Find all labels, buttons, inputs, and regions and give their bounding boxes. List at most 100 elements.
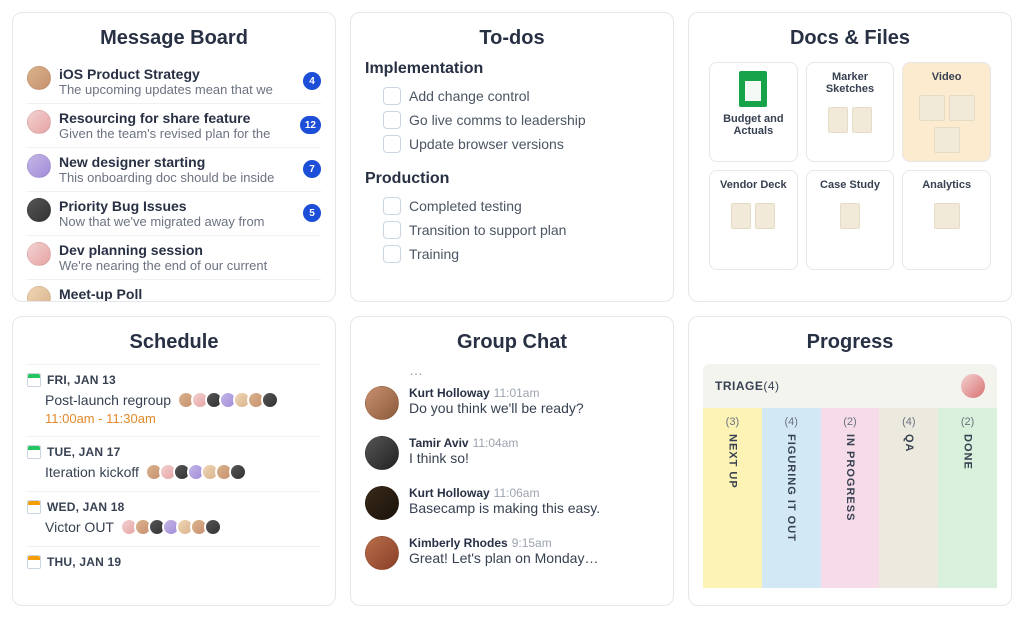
chat-row[interactable]: Tamir Aviv11:04am I think so! (365, 428, 659, 478)
todo-item[interactable]: Training (365, 242, 659, 266)
message-title: Dev planning session (59, 242, 321, 258)
message-row[interactable]: Priority Bug Issues Now that we've migra… (27, 191, 321, 235)
checkbox-icon[interactable] (383, 197, 401, 215)
chat-text: Basecamp is making this easy. (409, 500, 600, 516)
docs-title: Docs & Files (703, 27, 997, 50)
count-badge: 4 (303, 72, 321, 90)
lane-count: (2) (961, 416, 974, 428)
thumbnails-icon (731, 203, 775, 229)
chat-text: Do you think we'll be ready? (409, 400, 584, 416)
message-row[interactable]: Dev planning session We're nearing the e… (27, 235, 321, 279)
message-title: Resourcing for share feature (59, 110, 292, 126)
ellipsis-icon: … (365, 362, 659, 378)
message-row[interactable]: Resourcing for share feature Given the t… (27, 103, 321, 147)
docs-card[interactable]: Docs & Files Budget and Actuals Marker S… (688, 12, 1012, 302)
message-board-card[interactable]: Message Board iOS Product Strategy The u… (12, 12, 336, 302)
doc-tile-sketches[interactable]: Marker Sketches (806, 62, 895, 162)
checkbox-icon[interactable] (383, 111, 401, 129)
doc-tile-vendor[interactable]: Vendor Deck (709, 170, 798, 270)
schedule-block[interactable]: THU, JAN 19 (27, 546, 321, 579)
todo-label: Completed testing (409, 198, 522, 214)
todo-item[interactable]: Transition to support plan (365, 218, 659, 242)
triage-bar[interactable]: TRIAGE(4) (703, 364, 997, 408)
lane-count: (4) (902, 416, 915, 428)
triage-count: (4) (763, 379, 779, 393)
todo-item[interactable]: Completed testing (365, 194, 659, 218)
schedule-block[interactable]: TUE, JAN 17 Iteration kickoff (27, 436, 321, 491)
chat-author: Tamir Aviv (409, 436, 469, 450)
message-row[interactable]: iOS Product Strategy The upcoming update… (27, 60, 321, 103)
lane-label: NEXT UP (726, 434, 738, 489)
message-title: Meet-up Poll (59, 286, 321, 302)
message-row[interactable]: Meet-up Poll (27, 279, 321, 302)
lane-figuring[interactable]: (4)FIGURING IT OUT (762, 408, 821, 588)
message-sub: Given the team's revised plan for the (59, 126, 292, 141)
todo-label: Add change control (409, 88, 530, 104)
calendar-icon (27, 445, 41, 459)
lane-next-up[interactable]: (3)NEXT UP (703, 408, 762, 588)
thumbnails-icon (934, 203, 960, 229)
todo-label: Update browser versions (409, 136, 564, 152)
todo-item[interactable]: Add change control (365, 84, 659, 108)
triage-label: TRIAGE (715, 379, 763, 393)
schedule-block[interactable]: FRI, JAN 13 Post-launch regroup 11:00am … (27, 364, 321, 436)
todo-section-title: Production (365, 170, 659, 188)
avatar-icon (27, 110, 51, 134)
doc-label: Marker Sketches (811, 71, 890, 95)
schedule-block[interactable]: WED, JAN 18 Victor OUT (27, 491, 321, 546)
doc-label: Case Study (820, 179, 880, 191)
schedule-date: TUE, JAN 17 (47, 445, 121, 459)
doc-tile-budget[interactable]: Budget and Actuals (709, 62, 798, 162)
lane-qa[interactable]: (4)QA (879, 408, 938, 588)
todo-item[interactable]: Go live comms to leadership (365, 108, 659, 132)
attendees-icon (145, 463, 247, 481)
message-sub: We're nearing the end of our current (59, 258, 321, 273)
thumbnails-icon (840, 203, 860, 229)
lane-label: IN PROGRESS (844, 434, 856, 521)
checkbox-icon[interactable] (383, 87, 401, 105)
chat-text: I think so! (409, 450, 518, 466)
message-title: New designer starting (59, 154, 295, 170)
chat-list: … Kurt Holloway11:01am Do you think we'l… (365, 364, 659, 578)
doc-tile-analytics[interactable]: Analytics (902, 170, 991, 270)
todo-label: Training (409, 246, 459, 262)
chat-row[interactable]: Kurt Holloway11:01am Do you think we'll … (365, 378, 659, 428)
chat-card[interactable]: Group Chat … Kurt Holloway11:01am Do you… (350, 316, 674, 606)
lane-done[interactable]: (2)DONE (938, 408, 997, 588)
doc-label: Analytics (922, 179, 971, 191)
chat-row[interactable]: Kurt Holloway11:06am Basecamp is making … (365, 478, 659, 528)
docs-grid: Budget and Actuals Marker Sketches Video… (703, 60, 997, 270)
message-sub: The upcoming updates mean that we (59, 82, 295, 97)
checkbox-icon[interactable] (383, 245, 401, 263)
chat-text: Great! Let's plan on Monday… (409, 550, 598, 566)
chat-row[interactable]: Kimberly Rhodes9:15am Great! Let's plan … (365, 528, 659, 578)
doc-label: Budget and Actuals (714, 113, 793, 137)
thumbnails-icon (907, 95, 986, 153)
lane-in-progress[interactable]: (2)IN PROGRESS (821, 408, 880, 588)
avatar-icon (365, 536, 399, 570)
schedule-event: Post-launch regroup (45, 392, 171, 408)
avatar-icon (365, 386, 399, 420)
message-sub: Now that we've migrated away from (59, 214, 295, 229)
doc-tile-casestudy[interactable]: Case Study (806, 170, 895, 270)
chat-time: 11:06am (494, 486, 540, 500)
avatar-icon (961, 374, 985, 398)
calendar-icon (27, 373, 41, 387)
schedule-card[interactable]: Schedule FRI, JAN 13 Post-launch regroup… (12, 316, 336, 606)
doc-tile-video[interactable]: Video (902, 62, 991, 162)
progress-title: Progress (689, 331, 1011, 354)
progress-card[interactable]: Progress TRIAGE(4) (3)NEXT UP (4)FIGURIN… (688, 316, 1012, 606)
schedule-time: 11:00am - 11:30am (27, 411, 321, 426)
progress-lanes: (3)NEXT UP (4)FIGURING IT OUT (2)IN PROG… (703, 408, 997, 588)
checkbox-icon[interactable] (383, 221, 401, 239)
checkbox-icon[interactable] (383, 135, 401, 153)
todos-card[interactable]: To-dos Implementation Add change control… (350, 12, 674, 302)
avatar-icon (27, 198, 51, 222)
schedule-date: WED, JAN 18 (47, 500, 125, 514)
todo-item[interactable]: Update browser versions (365, 132, 659, 156)
chat-author: Kurt Holloway (409, 386, 490, 400)
message-row[interactable]: New designer starting This onboarding do… (27, 147, 321, 191)
todo-section-title: Implementation (365, 60, 659, 78)
count-badge: 7 (303, 160, 321, 178)
todos-title: To-dos (365, 27, 659, 50)
